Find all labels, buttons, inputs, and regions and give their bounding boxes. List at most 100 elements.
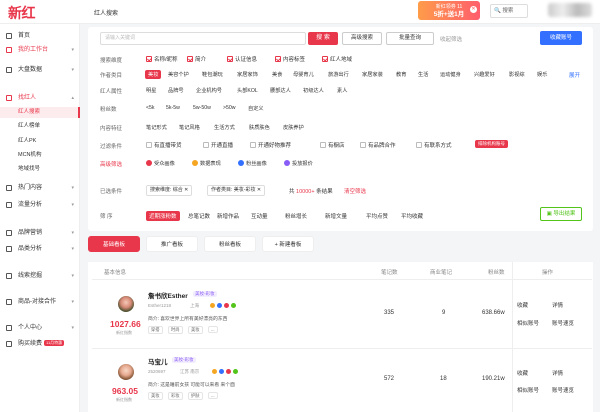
tab-fans[interactable]: 粉丝看板 xyxy=(204,236,256,252)
category-option[interactable]: 家居家装 xyxy=(362,71,383,78)
category-option[interactable]: 美食 xyxy=(272,71,282,78)
scope-intro-checkbox[interactable]: 简介 xyxy=(187,55,206,63)
promo-banner[interactable]: 新红领劵 11 5折+送1月 ✕ xyxy=(418,1,480,20)
avatar[interactable] xyxy=(118,296,134,312)
tab-promotion[interactable]: 推广看板 xyxy=(146,236,198,252)
feature-option[interactable]: 笔记形式 xyxy=(146,124,167,131)
attribute-option[interactable]: 素人 xyxy=(337,87,347,94)
sidebar-item-brand[interactable]: 品牌营销 ▾ xyxy=(0,227,80,239)
user-avatar[interactable] xyxy=(548,3,592,17)
sort-option[interactable]: 近期涨粉数 xyxy=(146,211,180,221)
sidebar-item-goods[interactable]: 商品-对接合作 ▾ xyxy=(0,296,80,308)
sort-option[interactable]: 互动量 xyxy=(251,212,268,220)
fan-profile-chip[interactable]: 粉丝画像 xyxy=(238,160,267,167)
exclude-agency-tag[interactable]: 排除机构账号 xyxy=(475,140,508,148)
fans-option[interactable]: 5w-50w xyxy=(193,105,211,111)
category-option[interactable]: 家居家饰 xyxy=(237,71,258,78)
category-option[interactable]: 教育 xyxy=(396,71,406,78)
category-option[interactable]: 兴趣爱好 xyxy=(474,71,495,78)
sidebar-sub-region[interactable]: 地域找号 xyxy=(0,164,80,175)
sort-option[interactable]: 平均点赞 xyxy=(366,212,388,220)
sidebar-item-category[interactable]: 品类分析 ▾ xyxy=(0,243,80,255)
scope-cert-checkbox[interactable]: 认证信息 xyxy=(227,55,257,63)
export-button[interactable]: ▣ 导出结果 xyxy=(540,207,582,221)
sidebar-item-leads[interactable]: 线索挖掘 ▾ xyxy=(0,270,80,282)
account-preview-button[interactable]: 账号速览 xyxy=(552,319,574,327)
sidebar-item-market-data[interactable]: 大盘数据 ▾ xyxy=(0,64,80,76)
similar-account-button[interactable]: 相似账号 xyxy=(517,319,539,327)
close-icon[interactable]: ✕ xyxy=(470,6,477,13)
collect-button[interactable]: 收藏 xyxy=(517,369,528,377)
selected-tag-scope[interactable]: 搜索维度: 综合 ✕ xyxy=(146,185,193,196)
feature-option[interactable]: 肤质肤色 xyxy=(249,124,270,131)
category-option[interactable]: 影视综 xyxy=(509,71,525,78)
sidebar-item-personal[interactable]: 个人中心 ▾ xyxy=(0,322,80,334)
search-input[interactable]: 请输入关键词 xyxy=(100,32,306,45)
tab-new-board[interactable]: + 新建看板 xyxy=(262,236,314,252)
sort-option[interactable]: 总笔记数 xyxy=(188,212,210,220)
category-option[interactable]: 生活 xyxy=(418,71,428,78)
account-preview-button[interactable]: 账号速览 xyxy=(552,386,574,394)
filter-recommend-checkbox[interactable]: 开通好物推荐 xyxy=(250,141,291,149)
scope-tag-checkbox[interactable]: 内容标签 xyxy=(275,55,305,63)
fans-option[interactable]: 5k-5w xyxy=(166,105,180,111)
avatar[interactable] xyxy=(118,364,134,380)
feature-option[interactable]: 皮肤养护 xyxy=(283,124,304,131)
feature-option[interactable]: 生活方式 xyxy=(214,124,235,131)
filter-shop-checkbox[interactable]: 有橱店 xyxy=(320,141,345,149)
category-option[interactable]: 鞋包潮玩 xyxy=(202,71,223,78)
sidebar-item-traffic[interactable]: 流量分析 ▾ xyxy=(0,199,80,211)
detail-button[interactable]: 详情 xyxy=(552,369,563,377)
expand-categories-link[interactable]: 展开 xyxy=(569,71,580,79)
sort-option[interactable]: 新增作品 xyxy=(217,212,239,220)
collect-button[interactable]: 收藏 xyxy=(517,301,528,309)
collect-account-button[interactable]: 收藏账号 xyxy=(540,31,582,45)
category-option[interactable]: 母婴育儿 xyxy=(293,71,314,78)
scope-region-checkbox[interactable]: 红人地域 xyxy=(322,55,352,63)
filter-contact-checkbox[interactable]: 有联系方式 xyxy=(416,141,452,149)
ad-quote-chip[interactable]: 投放报价 xyxy=(284,160,313,167)
app-logo[interactable]: 新红 xyxy=(8,3,36,23)
collapse-filter-link[interactable]: 收起筛选 xyxy=(440,35,462,43)
attribute-option[interactable]: 企业机构号 xyxy=(196,87,222,94)
filter-open-live-checkbox[interactable]: 开通直播 xyxy=(203,141,233,149)
selected-tag-category[interactable]: 作者类目: 美妆-彩妆 ✕ xyxy=(207,185,266,196)
sidebar-item-workbench[interactable]: 我的工作台 ▾ xyxy=(0,44,80,56)
sort-option[interactable]: 粉丝增长 xyxy=(285,212,307,220)
tab-basic[interactable]: 基础看板 xyxy=(88,236,140,252)
feature-option[interactable]: 笔记风格 xyxy=(179,124,200,131)
scope-name-checkbox[interactable]: 名称/昵称 xyxy=(146,55,178,63)
attribute-option[interactable]: 头部KOL xyxy=(237,87,258,94)
sort-option[interactable]: 新增文量 xyxy=(325,212,347,220)
filter-live-checkbox[interactable]: 有直播带货 xyxy=(146,141,182,149)
global-search[interactable]: 🔍 搜索 xyxy=(490,4,528,18)
sidebar-item-hot-content[interactable]: 热门内容 ▾ xyxy=(0,182,80,194)
sidebar-item-home[interactable]: 首页 xyxy=(0,30,80,42)
fans-option[interactable]: >50w xyxy=(223,105,236,111)
sidebar-sub-influencer-pk[interactable]: 红人PK xyxy=(0,136,80,147)
clear-filter-link[interactable]: 清空筛选 xyxy=(344,187,366,195)
detail-button[interactable]: 详情 xyxy=(552,301,563,309)
influencer-name[interactable]: 詹书欣Esther xyxy=(148,290,188,300)
similar-account-button[interactable]: 相似账号 xyxy=(517,386,539,394)
sidebar-item-find-influencer[interactable]: 找红人 ▴ xyxy=(0,92,80,104)
fans-option[interactable]: <5k xyxy=(146,105,155,111)
filter-brand-coop-checkbox[interactable]: 有品牌合作 xyxy=(360,141,396,149)
sidebar-sub-influencer-search[interactable]: 红人搜索 xyxy=(0,107,80,118)
attribute-option[interactable]: 初级达人 xyxy=(303,87,324,94)
sidebar-sub-influencer-rank[interactable]: 红人榜单 xyxy=(0,121,80,132)
audience-profile-chip[interactable]: 受众画像 xyxy=(146,160,175,167)
category-option[interactable]: 美容个护 xyxy=(168,71,189,78)
category-option[interactable]: 旅游出行 xyxy=(328,71,349,78)
sort-option[interactable]: 平均收藏 xyxy=(401,212,423,220)
search-button[interactable]: 搜 索 xyxy=(308,32,338,45)
sidebar-sub-mcn[interactable]: MCN机构 xyxy=(0,150,80,161)
data-performance-chip[interactable]: 数据表现 xyxy=(192,160,221,167)
influencer-name[interactable]: 马宝儿 xyxy=(148,356,168,366)
sidebar-item-purchase[interactable]: 购买续费 11月特惠 xyxy=(0,338,80,350)
category-option[interactable]: 美妆 xyxy=(145,70,162,79)
batch-query-button[interactable]: 批量查询 xyxy=(386,32,434,45)
fans-option[interactable]: 自定义 xyxy=(248,105,264,112)
category-option[interactable]: 运动健身 xyxy=(440,71,461,78)
advanced-search-button[interactable]: 高级搜索 xyxy=(342,32,382,45)
